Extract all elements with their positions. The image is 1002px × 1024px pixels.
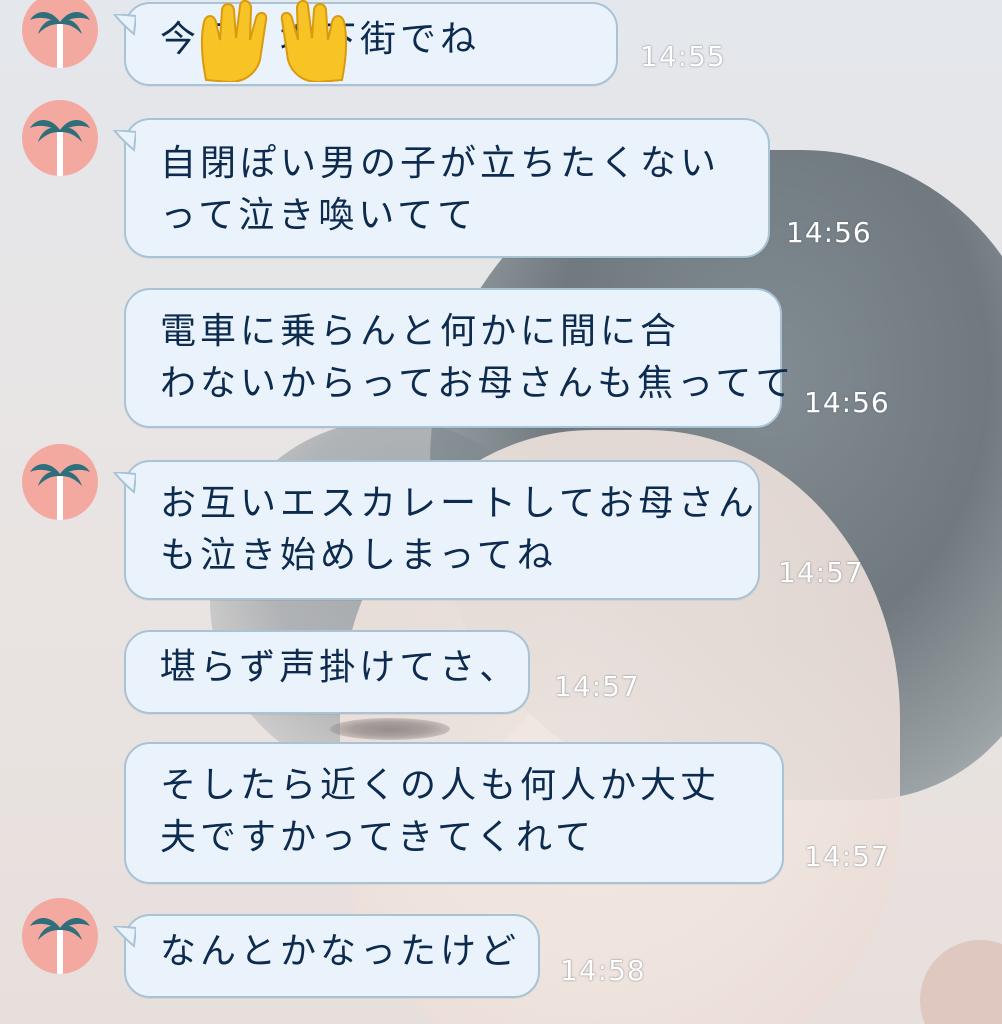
palm-tree-icon	[30, 12, 90, 68]
palm-tree-icon	[30, 918, 90, 974]
message-text-line: 電車に乗らんと何かに間に合	[160, 311, 681, 352]
message-text-line: わないからってお母さんも焦ってて	[160, 363, 796, 404]
message-timestamp: 14:58	[560, 954, 646, 987]
message-timestamp: 14:57	[778, 556, 864, 589]
message-bubble[interactable]: 電車に乗らんと何かに間に合 わないからってお母さんも焦ってて	[124, 288, 796, 428]
message-text-line: も泣き始めしまってね	[160, 535, 557, 576]
message-bubble[interactable]: そしたら近くの人も何人か大丈 夫ですかってきてくれて	[124, 742, 784, 884]
message-text: なんとかなったけど	[160, 931, 521, 972]
message-text-line: 自閉ぽい男の子が立ちたくない	[160, 143, 721, 184]
message-text-line: って泣き喚いてて	[160, 195, 478, 236]
contact-avatar[interactable]	[22, 0, 98, 68]
message-timestamp: 14:56	[786, 216, 872, 249]
contact-avatar[interactable]	[22, 444, 98, 520]
contact-avatar[interactable]	[22, 898, 98, 974]
message-bubble[interactable]: 堪らず声掛けてさ、	[124, 630, 530, 714]
raising-hands-emoji	[196, 0, 352, 84]
chat-message-list[interactable]: 今日、地下街でね 14:55 自閉ぽい男の子が立ちたくない って泣き喚いてて 1…	[0, 0, 1002, 1024]
message-text-line: そしたら近くの人も何人か大丈	[160, 765, 721, 806]
palm-tree-icon	[30, 120, 90, 176]
message-timestamp: 14:57	[804, 840, 890, 873]
contact-avatar[interactable]	[22, 100, 98, 176]
message-text: 堪らず声掛けてさ、	[160, 647, 520, 688]
message-text-line: 夫ですかってきてくれて	[160, 817, 595, 858]
message-bubble[interactable]: 自閉ぽい男の子が立ちたくない って泣き喚いてて	[112, 118, 770, 258]
message-bubble[interactable]: なんとかなったけど	[112, 914, 540, 998]
message-timestamp: 14:57	[554, 670, 640, 703]
palm-tree-icon	[30, 464, 90, 520]
message-timestamp: 14:55	[640, 40, 726, 73]
message-bubble[interactable]: お互いエスカレートしてお母さん も泣き始めしまってね	[112, 460, 760, 600]
message-timestamp: 14:56	[804, 386, 890, 419]
message-text-line: お互いエスカレートしてお母さん	[160, 483, 758, 524]
